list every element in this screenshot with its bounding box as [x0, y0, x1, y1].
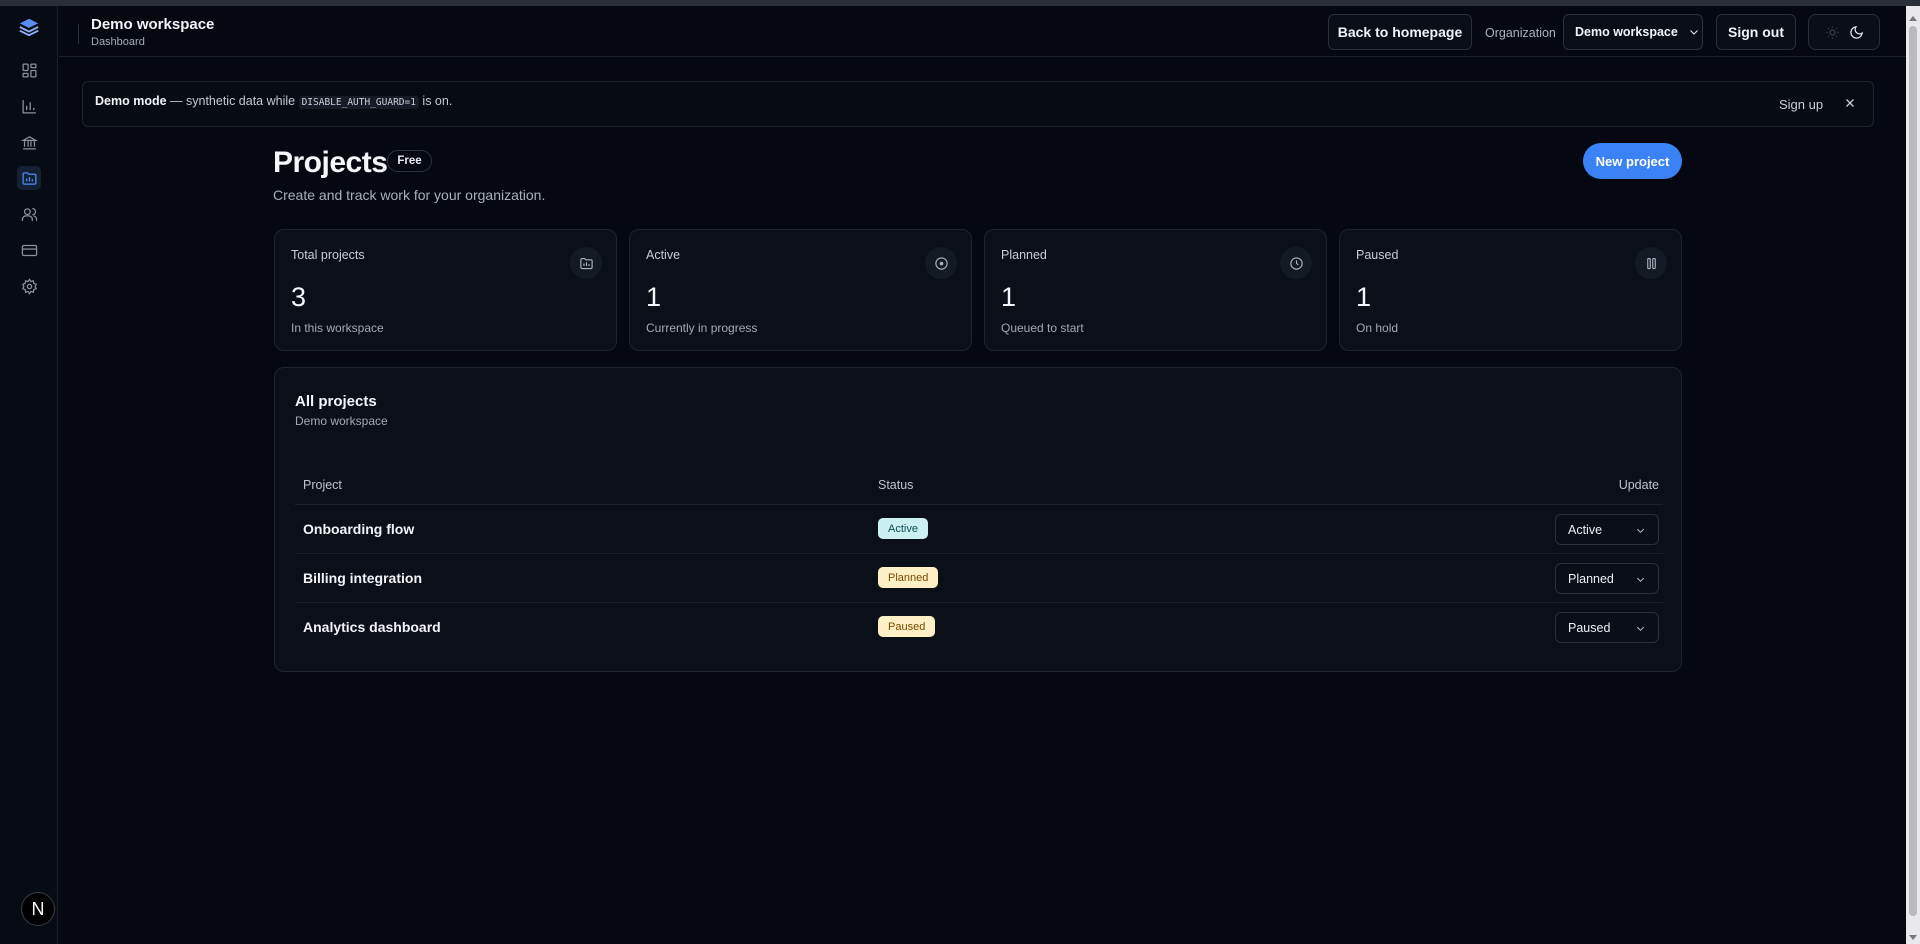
sidebar-item-dashboard[interactable] [17, 58, 41, 82]
target-icon [925, 247, 957, 279]
chevron-down-icon [1636, 528, 1645, 534]
theme-toggle[interactable] [1808, 14, 1880, 50]
project-name: Analytics dashboard [303, 619, 441, 635]
stat-card-active: Active 1 Currently in progress [629, 229, 972, 351]
organization-label: Organization [1485, 26, 1556, 40]
stat-card-paused: Paused 1 On hold [1339, 229, 1682, 351]
stat-subtitle: In this workspace [291, 321, 384, 335]
status-badge: Planned [878, 567, 939, 588]
sign-up-link[interactable]: Sign up [1779, 97, 1823, 112]
avatar[interactable]: N [21, 892, 55, 926]
demo-mode-label: Demo mode [95, 94, 167, 108]
sidebar-item-billing[interactable] [17, 238, 41, 262]
page-subtitle: Create and track work for your organizat… [273, 187, 546, 203]
chevron-down-icon [1636, 577, 1645, 583]
sidebar-item-settings[interactable] [17, 274, 41, 298]
status-select-value: Planned [1568, 571, 1614, 586]
sidebar: N [0, 6, 58, 944]
stat-subtitle: On hold [1356, 321, 1399, 335]
stat-subtitle: Queued to start [1001, 321, 1084, 335]
page-scrollbar[interactable] [1906, 6, 1920, 944]
stat-value: 1 [1356, 282, 1372, 312]
column-header-status: Status [878, 478, 914, 492]
all-projects-subtitle: Demo workspace [295, 414, 388, 428]
workspace-title: Demo workspace [91, 16, 215, 33]
chevron-down-icon [1636, 626, 1645, 632]
plan-badge: Free [387, 150, 432, 172]
credit-card-icon [21, 244, 37, 256]
projects-icon [21, 171, 37, 185]
all-projects-card: All projects Demo workspace Project Stat… [274, 367, 1682, 672]
scroll-down-icon[interactable] [1909, 935, 1917, 940]
dashboard-icon [21, 62, 37, 78]
organization-value: Demo workspace [1575, 25, 1678, 39]
stat-label: Active [646, 248, 681, 262]
table-row: Analytics dashboard Paused Paused [295, 603, 1663, 652]
status-badge: Active [878, 518, 928, 539]
pause-icon [1635, 247, 1667, 279]
demo-mode-env-code: DISABLE_AUTH_GUARD=1 [298, 96, 419, 109]
organization-select[interactable]: Demo workspace [1563, 14, 1703, 50]
stat-card-total-projects: Total projects 3 In this workspace [274, 229, 617, 351]
sidebar-item-analytics[interactable] [17, 94, 41, 118]
bank-icon [20, 135, 38, 150]
sidebar-item-bank[interactable] [17, 130, 41, 154]
gear-icon [21, 277, 37, 295]
table-row: Billing integration Planned Planned [295, 554, 1663, 603]
stat-subtitle: Currently in progress [646, 321, 758, 335]
page-title: Projects [273, 146, 388, 179]
status-select-value: Active [1568, 522, 1603, 537]
sign-out-button[interactable]: Sign out [1716, 14, 1796, 50]
status-select[interactable]: Active [1555, 514, 1659, 545]
stat-label: Total projects [291, 248, 365, 262]
project-name: Billing integration [303, 570, 422, 586]
stat-value: 1 [646, 282, 662, 312]
column-header-project: Project [303, 478, 342, 492]
workspace-subtitle: Dashboard [91, 36, 145, 48]
chevron-down-icon [1689, 30, 1698, 35]
table-row: Onboarding flow Active Active [295, 505, 1663, 554]
status-select[interactable]: Planned [1555, 563, 1659, 594]
demo-mode-banner: Demo mode — synthetic data while DISABLE… [82, 81, 1874, 127]
sidebar-item-projects[interactable] [17, 166, 41, 190]
stat-value: 1 [1001, 282, 1017, 312]
status-badge: Paused [878, 616, 936, 637]
layers-logo-icon[interactable] [18, 16, 40, 38]
bar-chart-icon [21, 99, 36, 114]
users-icon [21, 207, 37, 221]
demo-mode-text-after: is on. [418, 94, 453, 108]
sun-icon[interactable] [1825, 25, 1840, 40]
stat-label: Planned [1001, 248, 1047, 262]
stat-label: Paused [1356, 248, 1399, 262]
stat-card-planned: Planned 1 Queued to start [984, 229, 1327, 351]
scroll-thumb[interactable] [1909, 26, 1917, 916]
close-icon[interactable] [1843, 96, 1857, 110]
status-select[interactable]: Paused [1555, 612, 1659, 643]
status-select-value: Paused [1568, 620, 1611, 635]
folder-icon [570, 247, 602, 279]
sidebar-item-users[interactable] [17, 202, 41, 226]
back-to-homepage-button[interactable]: Back to homepage [1328, 14, 1472, 50]
header-divider [78, 24, 79, 44]
all-projects-title: All projects [295, 393, 377, 410]
column-header-update: Update [1618, 478, 1659, 492]
demo-mode-text-before: — synthetic data while [166, 94, 299, 108]
scroll-up-icon[interactable] [1909, 16, 1917, 21]
clock-icon [1280, 247, 1312, 279]
project-name: Onboarding flow [303, 521, 415, 537]
stat-value: 3 [291, 282, 307, 312]
new-project-button[interactable]: New project [1583, 143, 1682, 179]
top-header: Demo workspace Dashboard Back to homepag… [59, 6, 1906, 57]
demo-mode-message: Demo mode — synthetic data while DISABLE… [95, 94, 453, 109]
moon-icon[interactable] [1849, 25, 1864, 40]
